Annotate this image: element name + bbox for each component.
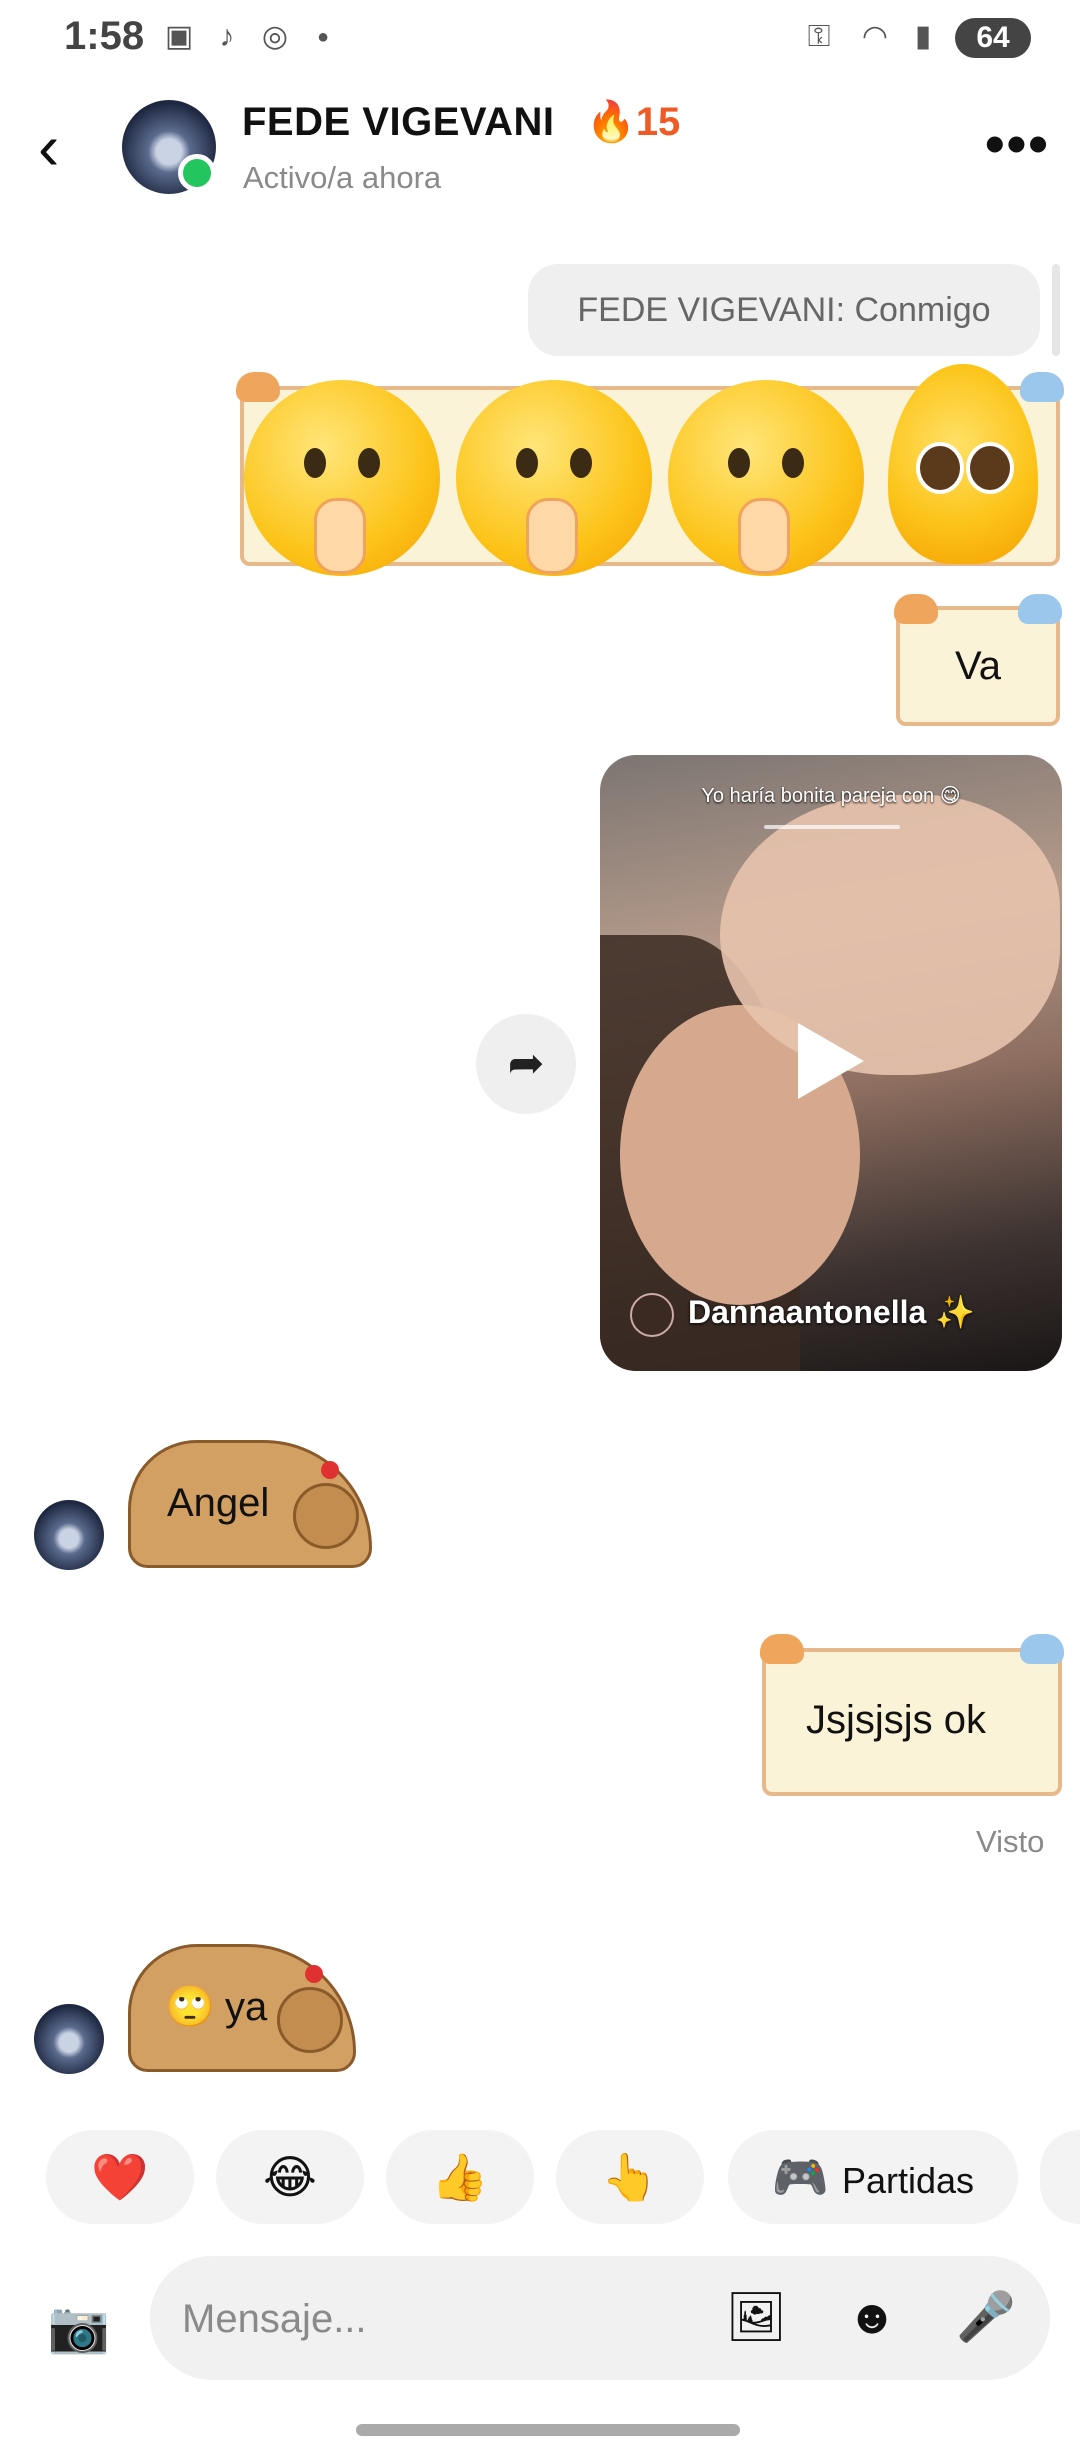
signal-icon: ▮ — [914, 20, 932, 53]
streak-count: 15 — [635, 100, 681, 144]
video-author-avatar — [630, 1293, 674, 1337]
message-input-container: 🖼 ☻ 🎤 — [150, 2256, 1050, 2382]
message-text: Angel — [167, 1481, 270, 1525]
play-icon[interactable] — [798, 1023, 864, 1099]
quick-reply-point[interactable]: 👆 — [556, 2130, 704, 2224]
quick-reply-thumbs-up[interactable]: 👍 — [386, 2130, 534, 2224]
status-bar: 1:58 ▣ ♪ ◎ ● ⚿ ◠ ▮ 64 — [0, 0, 1080, 80]
battery-indicator: 64 — [955, 18, 1031, 58]
quick-reply-laugh[interactable]: 😂 — [216, 2130, 364, 2224]
sent-message-va[interactable]: Va — [894, 594, 1062, 726]
message-text: Jsjsjsjs ok — [806, 1698, 987, 1742]
microphone-icon[interactable]: 🎤 — [954, 2286, 1018, 2350]
sticker-icon[interactable]: ☻ — [840, 2286, 904, 2350]
video-caption: Yo haría bonita pareja con 😋 — [701, 785, 961, 807]
screenshot-icon: ▣ — [164, 20, 194, 53]
cat-sticker-icon — [760, 1634, 804, 1664]
online-status-dot — [178, 154, 216, 192]
received-message-ya[interactable]: 🙄 ya — [128, 1944, 356, 2072]
cat-sticker-icon — [894, 594, 938, 624]
back-button[interactable]: ‹ — [38, 112, 88, 182]
avatar[interactable] — [34, 1500, 104, 1570]
dog-sticker-icon — [1020, 372, 1064, 402]
gallery-icon[interactable]: 🖼 — [724, 2286, 788, 2350]
reply-preview[interactable]: FEDE VIGEVANI: Conmigo — [528, 264, 1040, 356]
quick-reply-more[interactable] — [1040, 2130, 1080, 2224]
share-forward-button[interactable]: ➦ — [476, 1014, 576, 1114]
streak-badge: 🔥15 — [586, 98, 680, 145]
quick-reply-heart[interactable]: ❤️ — [46, 2130, 194, 2224]
sent-message-jsjs[interactable]: Jsjsjsjs ok — [760, 1634, 1064, 1796]
more-options-icon[interactable]: ••• — [985, 116, 1050, 172]
games-label: Partidas — [841, 2160, 975, 2201]
activity-status: Activo/a ahora — [243, 160, 442, 195]
video-thumbnail-fist — [720, 795, 1060, 1075]
instagram-icon: ◎ — [261, 20, 289, 53]
cherry-icon — [305, 1965, 323, 1983]
dot-icon: ● — [316, 26, 330, 48]
dog-sticker-icon — [1018, 594, 1062, 624]
caption-underline — [764, 825, 900, 829]
shushing-face-emoji — [244, 380, 440, 576]
message-text: Va — [955, 644, 1001, 688]
capybara-head-icon — [293, 1483, 359, 1549]
received-message-angel[interactable]: Angel — [128, 1440, 372, 1568]
eye-roll-emoji: 🙄 — [165, 1985, 215, 2029]
dog-sticker-icon — [1020, 1634, 1064, 1664]
shushing-face-emoji — [456, 380, 652, 576]
capybara-head-icon — [277, 1987, 343, 2053]
seen-receipt: Visto — [976, 1824, 1045, 1859]
avatar[interactable] — [34, 2004, 104, 2074]
vpn-key-icon: ⚿ — [807, 20, 831, 53]
cat-sticker-icon — [236, 372, 280, 402]
status-time: 1:58 — [64, 14, 145, 58]
tiktok-icon: ♪ — [219, 20, 235, 53]
video-author-name: Dannaantonella ✨ — [688, 1294, 975, 1330]
home-indicator — [356, 2424, 740, 2436]
message-text: ya — [225, 1985, 268, 2029]
fire-icon: 🔥 — [586, 100, 636, 144]
reply-preview-edge — [1052, 264, 1060, 356]
game-controller-icon: 🎮 — [771, 2151, 830, 2203]
shushing-face-emoji — [668, 380, 864, 576]
contact-name[interactable]: FEDE VIGEVANI — [242, 100, 554, 145]
shared-video[interactable]: Yo haría bonita pareja con 😋 Dannaantone… — [600, 755, 1062, 1371]
camera-icon[interactable]: 📷 — [42, 2290, 116, 2364]
cherry-icon — [321, 1461, 339, 1479]
games-button[interactable]: 🎮 Partidas — [728, 2130, 1018, 2224]
message-input[interactable] — [180, 2256, 704, 2382]
wifi-icon: ◠ — [861, 20, 889, 53]
